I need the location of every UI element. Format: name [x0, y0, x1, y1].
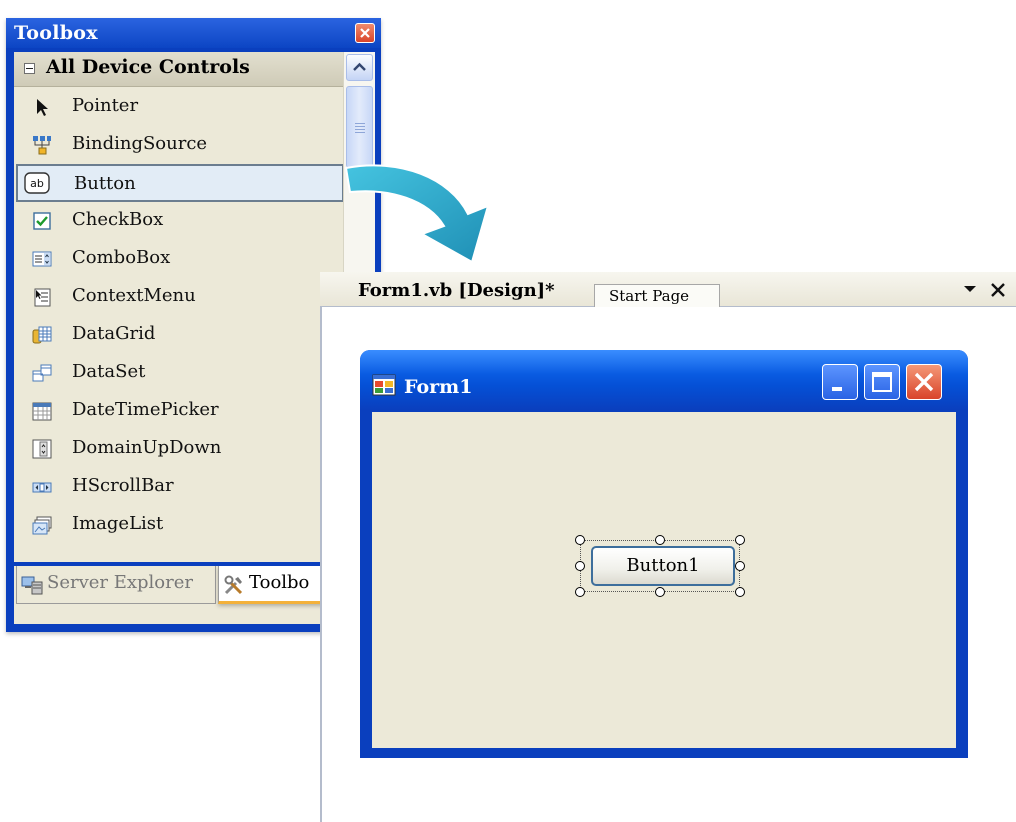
close-icon	[914, 372, 934, 392]
pointer-icon	[37, 99, 48, 116]
toolbox-item-imagelist[interactable]: ImageList	[16, 506, 344, 544]
form-title-bar[interactable]: Form1	[360, 350, 968, 410]
toolbox-item-label: CheckBox	[72, 209, 164, 230]
toolbox-item-label: Button	[74, 173, 136, 194]
binding-source-icon	[33, 136, 51, 155]
toolbox-item-combobox[interactable]: ComboBox	[16, 240, 344, 278]
toolbox-item-label: ComboBox	[72, 247, 171, 268]
tab-label: Start Page	[609, 287, 690, 305]
toolbox-item-checkbox[interactable]: CheckBox	[16, 202, 344, 240]
tab-start-page[interactable]: Start Page	[594, 284, 720, 307]
toolbox-item-label: ImageList	[72, 513, 164, 534]
toolbox-title-bar[interactable]: Toolbox	[6, 18, 381, 48]
toolbox-item-label: DataSet	[72, 361, 146, 382]
form-app-icon	[372, 374, 396, 396]
tab-label: Form1.vb [Design]*	[358, 280, 555, 301]
resize-handle-bottom-left[interactable]	[575, 587, 585, 597]
section-header-all-device-controls[interactable]: All Device Controls	[14, 52, 344, 87]
document-tabstrip: Form1.vb [Design]* Start Page	[320, 272, 1016, 307]
toolbox-item-label: DateTimePicker	[72, 399, 219, 420]
server-explorer-icon	[21, 576, 43, 595]
datagrid-icon	[32, 326, 52, 344]
toolbox-item-domainupdown[interactable]: DomainUpDown	[16, 430, 344, 468]
toolbox-item-pointer[interactable]: Pointer	[16, 88, 344, 126]
toolbox-item-contextmenu[interactable]: ContextMenu	[16, 278, 344, 316]
context-menu-icon	[34, 288, 51, 307]
scroll-up-button[interactable]	[346, 54, 373, 81]
close-icon[interactable]	[989, 281, 1007, 299]
combobox-icon	[32, 251, 52, 267]
toolbox-item-label: BindingSource	[72, 133, 208, 154]
hscrollbar-icon	[32, 482, 52, 493]
tab-label: Toolbo	[249, 572, 310, 593]
resize-handle-top[interactable]	[655, 535, 665, 545]
toolbox-item-bindingsource[interactable]: BindingSource	[16, 126, 344, 164]
section-header-label: All Device Controls	[46, 56, 250, 78]
button-icon: ab	[24, 172, 50, 194]
minimize-icon	[832, 387, 842, 391]
chevron-down-icon[interactable]	[962, 281, 978, 297]
resize-handle-top-right[interactable]	[735, 535, 745, 545]
tab-form1-design[interactable]: Form1.vb [Design]*	[350, 272, 594, 306]
resize-handle-bottom[interactable]	[655, 587, 665, 597]
toolbox-item-label: HScrollBar	[72, 475, 174, 496]
resize-handle-bottom-right[interactable]	[735, 587, 745, 597]
toolbox-item-datetimepicker[interactable]: DateTimePicker	[16, 392, 344, 430]
close-icon[interactable]	[355, 23, 375, 43]
resize-handle-left[interactable]	[575, 561, 585, 571]
checkbox-icon	[33, 212, 51, 230]
svg-text:ab: ab	[30, 177, 44, 190]
toolbox-item-label: ContextMenu	[72, 285, 196, 306]
toolbox-item-label: Pointer	[72, 95, 139, 116]
toolbox-tools-icon	[224, 575, 243, 595]
resize-handle-right[interactable]	[735, 561, 745, 571]
toolbox-item-button[interactable]: ab Button	[16, 164, 344, 202]
drag-arrow	[344, 164, 490, 264]
datetimepicker-icon	[32, 402, 52, 421]
domainupdown-icon	[32, 439, 52, 459]
resize-handle-top-left[interactable]	[575, 535, 585, 545]
toolbox-item-label: DataGrid	[72, 323, 156, 344]
tab-server-explorer[interactable]: Server Explorer	[16, 566, 216, 604]
maximize-icon	[872, 372, 892, 392]
button1-control[interactable]: Button1	[591, 546, 735, 586]
maximize-button[interactable]	[864, 364, 900, 400]
toolbox-item-hscrollbar[interactable]: HScrollBar	[16, 468, 344, 506]
collapse-icon[interactable]	[24, 63, 35, 74]
minimize-button[interactable]	[822, 364, 858, 400]
toolbox-item-datagrid[interactable]: DataGrid	[16, 316, 344, 354]
form-close-button[interactable]	[906, 364, 942, 400]
toolbox-title: Toolbox	[14, 22, 98, 44]
toolbox-item-dataset[interactable]: DataSet	[16, 354, 344, 392]
dataset-icon	[32, 364, 52, 382]
toolbox-item-label: DomainUpDown	[72, 437, 222, 458]
form-title: Form1	[404, 376, 473, 398]
imagelist-icon	[32, 516, 52, 535]
tab-label: Server Explorer	[47, 572, 194, 593]
